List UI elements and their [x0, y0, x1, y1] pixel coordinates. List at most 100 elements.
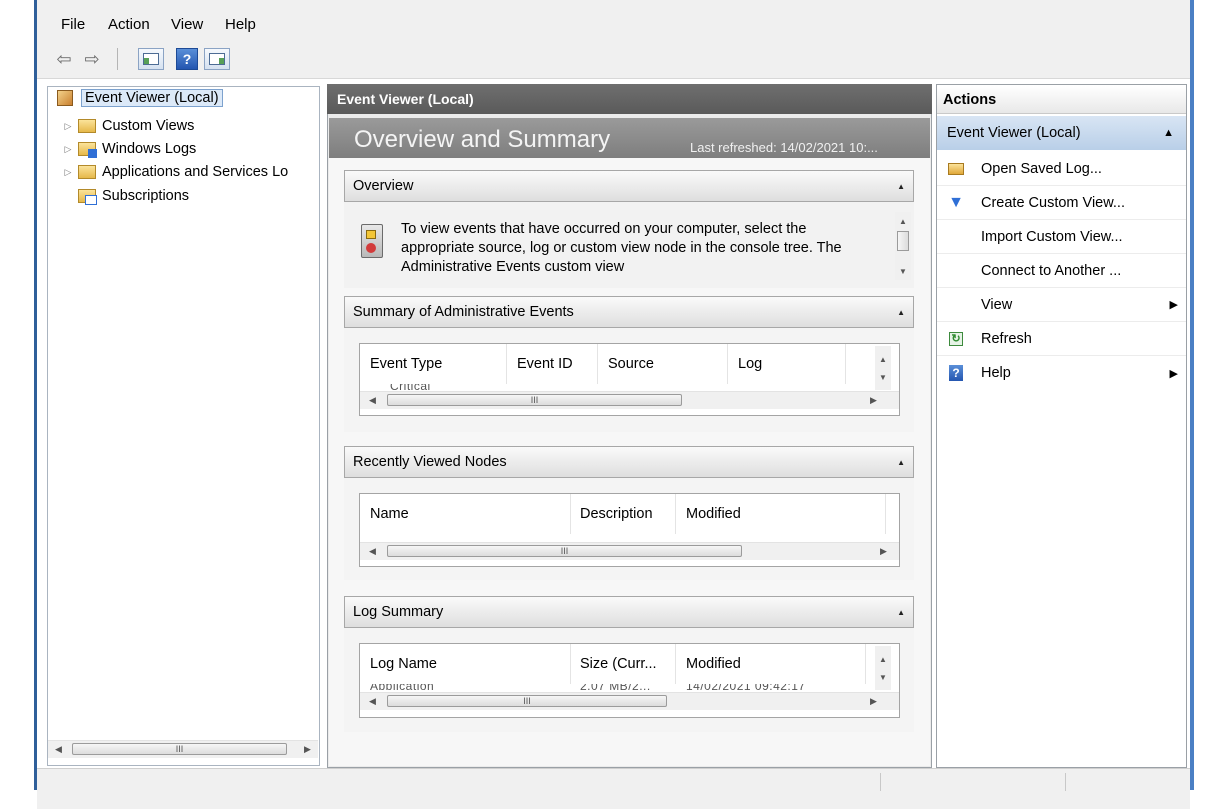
- tree-item-label: Windows Logs: [102, 141, 197, 157]
- grid-horizontal-scrollbar[interactable]: ◀ III ▶: [360, 692, 899, 710]
- scroll-thumb[interactable]: [897, 231, 909, 251]
- grid-vertical-scrollbar[interactable]: ▲ ▼: [875, 346, 891, 390]
- scroll-left-icon[interactable]: ◀: [50, 741, 67, 758]
- scroll-up-icon[interactable]: ▲: [895, 214, 911, 228]
- table-cell-partial[interactable]: 14/02/2021 09:42:17: [686, 684, 806, 690]
- column-header[interactable]: Size (Curr...: [580, 644, 657, 684]
- tree-horizontal-scrollbar[interactable]: ◀ III ▶: [48, 740, 318, 758]
- folder-filter-icon: [78, 119, 96, 133]
- scroll-right-icon[interactable]: ▶: [875, 543, 892, 560]
- recent-grid: Name Description Modified ◀ III ▶: [359, 493, 900, 567]
- grid-vertical-scrollbar[interactable]: ▲ ▼: [875, 646, 891, 690]
- action-label: Connect to Another ...: [981, 262, 1122, 279]
- scroll-thumb[interactable]: III: [72, 743, 287, 755]
- refresh-icon: ↻: [947, 330, 965, 348]
- scroll-right-icon[interactable]: ▶: [865, 392, 882, 409]
- tree-item-event-viewer-local[interactable]: Event Viewer (Local): [57, 88, 223, 108]
- collapse-icon[interactable]: ▲: [1163, 127, 1174, 139]
- tree-item-custom-views[interactable]: ▷ Custom Views: [62, 116, 195, 136]
- menu-action[interactable]: Action: [108, 16, 150, 33]
- action-import-custom-view[interactable]: Import Custom View...: [937, 220, 1186, 254]
- column-header[interactable]: Description: [580, 494, 653, 534]
- tree-item-label: Applications and Services Lo: [102, 164, 289, 180]
- menu-help[interactable]: Help: [225, 16, 256, 33]
- column-header[interactable]: Log: [738, 344, 762, 384]
- scroll-right-icon[interactable]: ▶: [299, 741, 316, 758]
- console-tree-icon[interactable]: [138, 48, 164, 70]
- table-cell-partial[interactable]: 2.07 MB/2...: [580, 684, 651, 690]
- grid-horizontal-scrollbar[interactable]: ◀ III ▶: [360, 542, 899, 560]
- overview-vertical-scrollbar[interactable]: ▲ ▼: [895, 212, 911, 280]
- action-connect-to-another[interactable]: Connect to Another ...: [937, 254, 1186, 288]
- column-separator: [597, 344, 598, 384]
- column-header[interactable]: Source: [608, 344, 654, 384]
- scroll-left-icon[interactable]: ◀: [364, 693, 381, 710]
- help-icon[interactable]: ?: [176, 48, 198, 70]
- menu-file[interactable]: File: [61, 16, 85, 33]
- grid-horizontal-scrollbar[interactable]: ◀ III ▶: [360, 391, 899, 409]
- collapse-icon[interactable]: ▲: [897, 182, 905, 191]
- collapse-icon[interactable]: ▲: [897, 458, 905, 467]
- actions-section-header[interactable]: Event Viewer (Local) ▲: [937, 116, 1186, 150]
- scroll-down-icon[interactable]: ▼: [895, 264, 911, 278]
- window-left-border: [34, 0, 37, 790]
- action-create-custom-view[interactable]: ▼ Create Custom View...: [937, 186, 1186, 220]
- scroll-up-icon[interactable]: ▲: [875, 652, 891, 666]
- expand-arrow-icon[interactable]: ▷: [62, 144, 74, 155]
- action-label: Open Saved Log...: [981, 160, 1102, 177]
- action-view[interactable]: View ▶: [937, 288, 1186, 322]
- action-refresh[interactable]: ↻ Refresh: [937, 322, 1186, 356]
- scroll-thumb[interactable]: III: [387, 545, 742, 557]
- action-open-saved-log[interactable]: Open Saved Log...: [937, 152, 1186, 186]
- menu-bar: File Action View Help: [37, 0, 1190, 40]
- table-row-partial[interactable]: Critical: [390, 384, 431, 390]
- scroll-down-icon[interactable]: ▼: [875, 370, 891, 384]
- tree-item-label: Subscriptions: [102, 188, 190, 204]
- column-separator: [727, 344, 728, 384]
- column-header[interactable]: Log Name: [370, 644, 437, 684]
- action-label: Refresh: [981, 330, 1032, 347]
- menu-view[interactable]: View: [171, 16, 203, 33]
- column-header[interactable]: Event Type: [370, 344, 442, 384]
- tree-item-applications-services[interactable]: ▷ Applications and Services Lo: [62, 162, 289, 182]
- section-title: Event Viewer (Local): [947, 125, 1081, 141]
- action-help[interactable]: ? Help ▶: [937, 356, 1186, 390]
- submenu-arrow-icon: ▶: [1169, 367, 1178, 380]
- column-separator: [506, 344, 507, 384]
- summary-section-header[interactable]: Summary of Administrative Events ▲: [344, 296, 914, 328]
- section-title: Log Summary: [353, 604, 444, 620]
- action-label: Create Custom View...: [981, 194, 1125, 211]
- action-pane-icon[interactable]: [204, 48, 230, 70]
- overview-section-header[interactable]: Overview ▲: [344, 170, 914, 202]
- scroll-down-icon[interactable]: ▼: [875, 670, 891, 684]
- tree-item-subscriptions[interactable]: Subscriptions: [78, 186, 189, 206]
- scroll-left-icon[interactable]: ◀: [364, 392, 381, 409]
- column-header[interactable]: Event ID: [517, 344, 573, 384]
- expand-arrow-icon[interactable]: ▷: [62, 167, 74, 178]
- scroll-left-icon[interactable]: ◀: [364, 543, 381, 560]
- tree-item-windows-logs[interactable]: ▷ Windows Logs: [62, 139, 196, 159]
- section-title: Recently Viewed Nodes: [353, 454, 507, 470]
- forward-arrow-icon[interactable]: ⇨: [80, 48, 104, 70]
- section-title: Overview: [353, 178, 414, 194]
- scroll-thumb[interactable]: III: [387, 394, 682, 406]
- collapse-icon[interactable]: ▲: [897, 308, 905, 317]
- action-label: View: [981, 296, 1013, 313]
- column-header[interactable]: Name: [370, 494, 409, 534]
- filter-icon: ▼: [948, 193, 964, 211]
- event-log-icon: [359, 222, 389, 262]
- column-separator: [885, 494, 886, 534]
- collapse-icon[interactable]: ▲: [897, 608, 905, 617]
- tree-item-label: Event Viewer (Local): [81, 89, 223, 107]
- action-label: Help: [981, 365, 1011, 381]
- recent-section-header[interactable]: Recently Viewed Nodes ▲: [344, 446, 914, 478]
- back-arrow-icon[interactable]: ⇦: [52, 48, 76, 70]
- column-header[interactable]: Modified: [686, 494, 741, 534]
- log-summary-section-header[interactable]: Log Summary ▲: [344, 596, 914, 628]
- expand-arrow-icon[interactable]: ▷: [62, 121, 74, 132]
- scroll-right-icon[interactable]: ▶: [865, 693, 882, 710]
- column-header[interactable]: Modified: [686, 644, 741, 684]
- table-cell-partial[interactable]: Application: [370, 684, 434, 690]
- scroll-up-icon[interactable]: ▲: [875, 352, 891, 366]
- scroll-thumb[interactable]: III: [387, 695, 667, 707]
